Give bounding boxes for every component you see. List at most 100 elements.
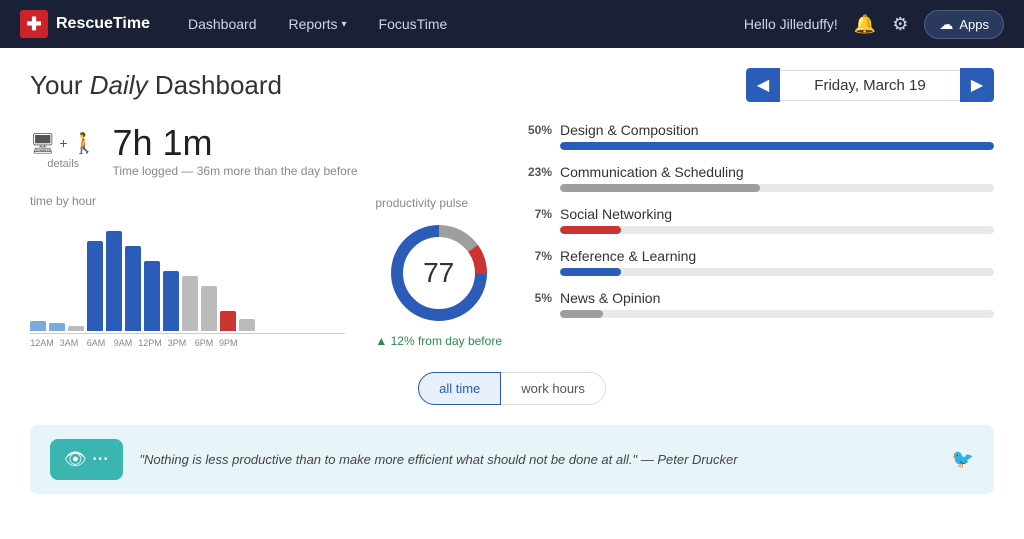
category-pct: 7%: [522, 249, 552, 263]
bar-chart: [30, 214, 345, 334]
chart-bar: [87, 241, 103, 331]
category-name: Communication & Scheduling: [560, 164, 744, 180]
pulse-label: productivity pulse: [375, 196, 468, 210]
chart-bar: [49, 323, 65, 331]
category-name: Design & Composition: [560, 122, 699, 138]
time-logged-row: 🖥 + 🚶 details 7h 1m Time logged — 36m mo…: [30, 122, 502, 178]
pulse-container: productivity pulse 77: [375, 196, 502, 348]
nav-right: Hello Jilleduffy! 🔔 ⚙ ☁ Apps: [744, 10, 1004, 39]
category-header: 50% Design & Composition: [522, 122, 994, 138]
category-header: 23% Communication & Scheduling: [522, 164, 994, 180]
dots-icon: •••: [93, 454, 110, 465]
tab-all-time[interactable]: all time: [418, 372, 501, 405]
category-name: Reference & Learning: [560, 248, 696, 264]
categories-list: 50% Design & Composition 23% Communicati…: [522, 122, 994, 318]
category-item: 50% Design & Composition: [522, 122, 994, 150]
logo[interactable]: ✚ RescueTime: [20, 10, 150, 38]
nav-dashboard[interactable]: Dashboard: [174, 10, 271, 38]
bell-icon[interactable]: 🔔: [854, 14, 876, 35]
time-logged-subtitle: Time logged — 36m more than the day befo…: [112, 164, 357, 178]
category-name: News & Opinion: [560, 290, 660, 306]
apps-button[interactable]: ☁ Apps: [924, 10, 1004, 39]
nav-reports[interactable]: Reports ▾: [274, 10, 360, 38]
nav-focustime[interactable]: FocusTime: [365, 10, 462, 38]
category-bar-fill: [560, 142, 994, 150]
category-name: Social Networking: [560, 206, 672, 222]
category-item: 23% Communication & Scheduling: [522, 164, 994, 192]
x-label: 3AM: [57, 338, 81, 348]
eye-icon: 👁: [64, 449, 87, 470]
category-pct: 23%: [522, 165, 552, 179]
chart-bar: [201, 286, 217, 331]
x-label: 12AM: [30, 338, 54, 348]
category-item: 5% News & Opinion: [522, 290, 994, 318]
reports-caret-icon: ▾: [342, 19, 347, 30]
chart-bar: [30, 321, 46, 331]
pulse-change: ▲ 12% from day before: [375, 334, 502, 348]
greeting-text: Hello Jilleduffy!: [744, 16, 838, 32]
chart-bar: [239, 319, 255, 331]
twitter-icon[interactable]: 🐦: [952, 449, 974, 470]
plus-icon: +: [59, 135, 67, 151]
chart-section: time by hour 12AM3AM6AM9AM12PM3PM6PM9PM …: [30, 194, 502, 348]
chart-bar: [144, 261, 160, 331]
chart-x-labels: 12AM3AM6AM9AM12PM3PM6PM9PM: [30, 338, 345, 348]
logo-text: RescueTime: [56, 15, 150, 33]
chart-bar: [220, 311, 236, 331]
category-bar-bg: [560, 142, 994, 150]
monitor-icon: 🖥: [30, 131, 55, 156]
date-navigator: ◀ Friday, March 19 ▶: [746, 68, 994, 102]
category-bar-fill: [560, 268, 621, 276]
navbar: ✚ RescueTime Dashboard Reports ▾ FocusTi…: [0, 0, 1024, 48]
x-label: 9PM: [219, 338, 235, 348]
pulse-arrow-icon: ▲: [375, 334, 387, 348]
category-bar-fill: [560, 310, 603, 318]
category-bar-bg: [560, 226, 994, 234]
x-label: 6AM: [84, 338, 108, 348]
category-bar-bg: [560, 184, 994, 192]
eye-button[interactable]: 👁 •••: [50, 439, 123, 480]
x-label: 6PM: [192, 338, 216, 348]
chart-label: time by hour: [30, 194, 345, 208]
dashboard-title: Your Daily Dashboard: [30, 70, 282, 101]
chart-bar: [68, 326, 84, 331]
category-item: 7% Reference & Learning: [522, 248, 994, 276]
category-pct: 5%: [522, 291, 552, 305]
dashboard-header: Your Daily Dashboard ◀ Friday, March 19 …: [30, 68, 994, 102]
chart-bar: [182, 276, 198, 331]
nav-links: Dashboard Reports ▾ FocusTime: [174, 10, 744, 38]
category-header: 7% Social Networking: [522, 206, 994, 222]
x-label: 3PM: [165, 338, 189, 348]
tabs-row: all time work hours: [30, 372, 994, 405]
tools-icon[interactable]: ⚙: [892, 14, 908, 35]
tab-work-hours[interactable]: work hours: [501, 372, 606, 405]
x-label: 9AM: [111, 338, 135, 348]
chart-bar: [106, 231, 122, 331]
details-label[interactable]: details: [47, 158, 79, 170]
left-panel: 🖥 + 🚶 details 7h 1m Time logged — 36m mo…: [30, 122, 502, 348]
time-chart: time by hour 12AM3AM6AM9AM12PM3PM6PM9PM: [30, 194, 345, 348]
logo-icon: ✚: [20, 10, 48, 38]
prev-date-button[interactable]: ◀: [746, 68, 780, 102]
pulse-value: 77: [423, 257, 454, 289]
cloud-icon: ☁: [939, 16, 953, 33]
donut-chart: 77: [384, 218, 494, 328]
category-header: 5% News & Opinion: [522, 290, 994, 306]
category-bar-fill: [560, 184, 760, 192]
content-grid: 🖥 + 🚶 details 7h 1m Time logged — 36m mo…: [30, 122, 994, 348]
person-icon: 🚶: [72, 131, 97, 156]
category-bar-bg: [560, 310, 994, 318]
category-bar-bg: [560, 268, 994, 276]
device-icons[interactable]: 🖥 + 🚶 details: [30, 131, 96, 170]
main-content: Your Daily Dashboard ◀ Friday, March 19 …: [0, 48, 1024, 539]
x-label: 12PM: [138, 338, 162, 348]
category-pct: 50%: [522, 123, 552, 137]
category-header: 7% Reference & Learning: [522, 248, 994, 264]
date-display: Friday, March 19: [780, 70, 960, 101]
category-item: 7% Social Networking: [522, 206, 994, 234]
right-panel: 50% Design & Composition 23% Communicati…: [522, 122, 994, 348]
time-logged-value: 7h 1m: [112, 122, 357, 164]
chart-bar: [163, 271, 179, 331]
chart-bar: [125, 246, 141, 331]
next-date-button[interactable]: ▶: [960, 68, 994, 102]
